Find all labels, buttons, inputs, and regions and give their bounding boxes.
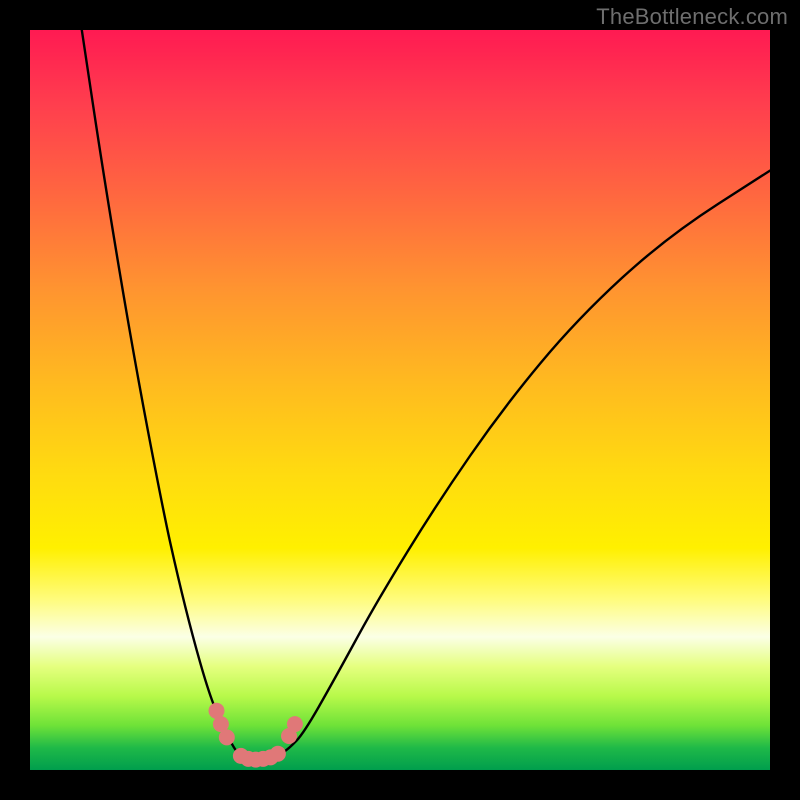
marker-group [209,703,303,768]
curve-path [82,30,770,759]
chart-overlay [30,30,770,770]
data-marker [270,746,286,762]
data-marker [219,729,235,745]
chart-frame: TheBottleneck.com [0,0,800,800]
data-marker [287,716,303,732]
watermark-text: TheBottleneck.com [596,4,788,30]
